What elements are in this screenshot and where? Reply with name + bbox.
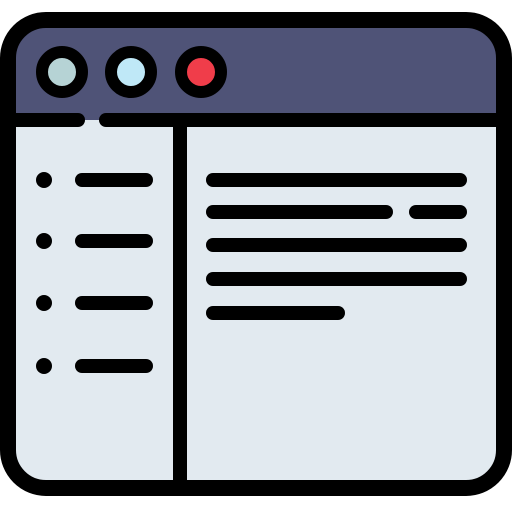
browser-window-icon [0,0,512,512]
bullet-icon [36,172,52,188]
window-dot-3 [175,46,227,98]
bullet-icon [36,358,52,374]
browser-window-icon-svg [0,12,512,496]
window-dot-1 [36,46,88,98]
window-dot-2 [105,46,157,98]
bullet-icon [36,233,52,249]
bullet-icon [36,295,52,311]
